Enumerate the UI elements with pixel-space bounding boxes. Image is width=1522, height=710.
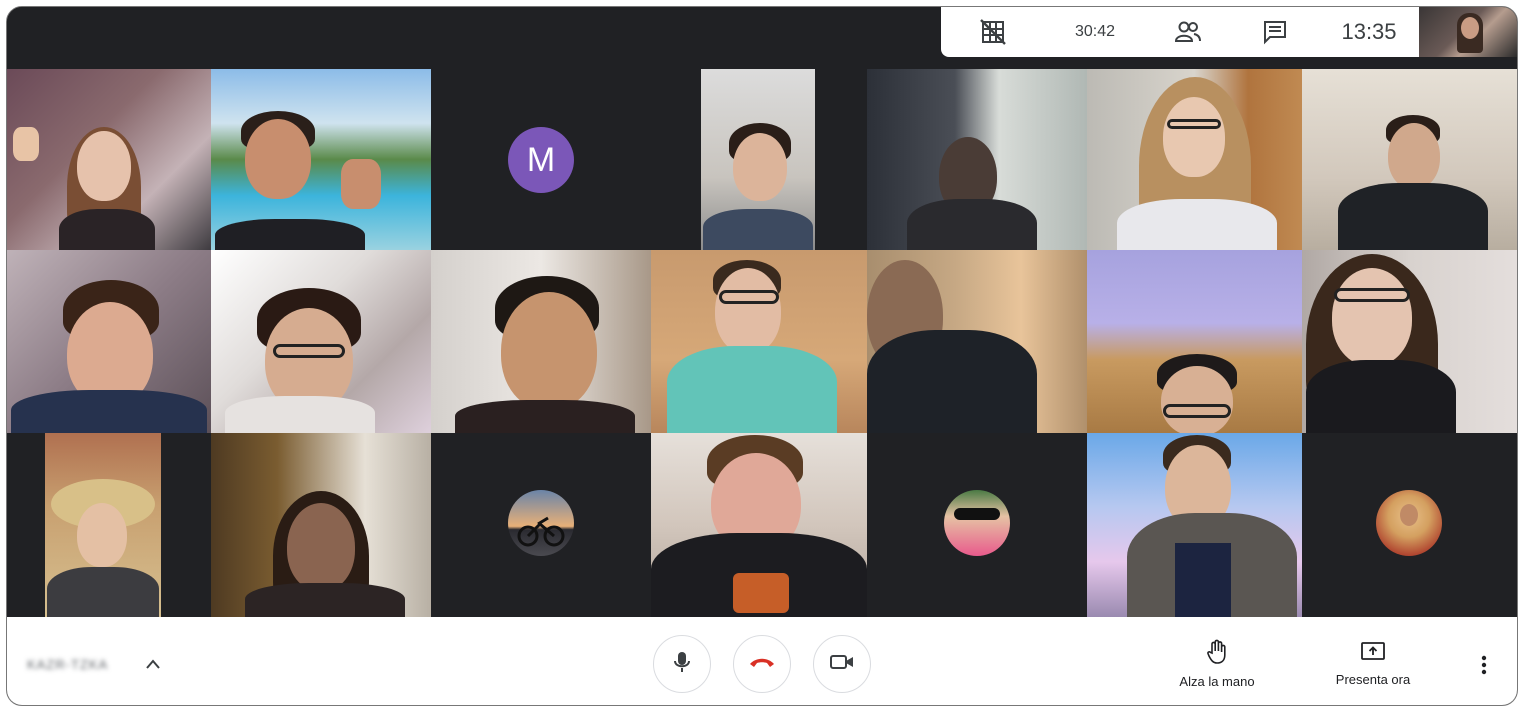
participant-tile[interactable] <box>867 250 1087 433</box>
participant-tile[interactable] <box>211 250 431 433</box>
meeting-timer: 30:42 <box>1074 23 1116 40</box>
chat-icon[interactable] <box>1231 19 1319 45</box>
clock-time: 13:35 <box>1341 19 1397 44</box>
meeting-info-panel: 30:42 13:35 <box>941 7 1419 57</box>
end-call-button[interactable] <box>733 635 791 693</box>
participant-tile[interactable] <box>7 433 211 617</box>
participant-tile[interactable] <box>1302 433 1517 617</box>
participant-tile[interactable] <box>651 250 867 433</box>
camera-button[interactable] <box>813 635 871 693</box>
more-options-icon[interactable] <box>1481 655 1487 680</box>
hand-icon <box>1206 639 1228 668</box>
participant-grid: M <box>7 69 1517 617</box>
present-screen-icon <box>1360 641 1386 666</box>
meeting-code: KAZR-TZKA <box>27 657 109 672</box>
participant-tile[interactable] <box>651 69 867 250</box>
participant-tile[interactable] <box>867 433 1087 617</box>
participant-tile[interactable] <box>431 433 651 617</box>
chevron-up-icon[interactable] <box>145 657 161 675</box>
microphone-icon <box>672 650 692 679</box>
bottom-control-bar: KAZR-TZKA Alza la mano Presenta ora <box>7 617 1517 705</box>
meet-window: 30:42 13:35 M KAZR-TZKA Alza la mano Pre… <box>6 6 1518 706</box>
participant-tile[interactable] <box>7 69 211 250</box>
participant-tile[interactable] <box>1087 69 1302 250</box>
participant-tile[interactable] <box>867 69 1087 250</box>
camera-icon <box>829 653 855 676</box>
participant-tile[interactable] <box>211 69 431 250</box>
participant-tile[interactable] <box>1302 250 1517 433</box>
participant-tile[interactable] <box>1087 250 1302 433</box>
participant-avatar <box>1376 490 1442 556</box>
present-now-label: Presenta ora <box>1335 672 1411 687</box>
participant-tile[interactable] <box>211 433 431 617</box>
participant-tile[interactable]: M <box>431 69 651 250</box>
grid-off-icon[interactable] <box>941 19 1045 45</box>
participant-tile[interactable] <box>651 433 867 617</box>
participant-avatar <box>508 490 574 556</box>
self-view-thumbnail[interactable] <box>1419 7 1517 57</box>
present-now-button[interactable]: Presenta ora <box>1325 641 1421 687</box>
participant-avatar <box>944 490 1010 556</box>
participant-tile[interactable] <box>1302 69 1517 250</box>
participant-avatar: M <box>508 127 574 193</box>
participant-tile[interactable] <box>7 250 211 433</box>
participant-tile[interactable] <box>1087 433 1302 617</box>
raise-hand-label: Alza la mano <box>1179 674 1255 689</box>
end-call-icon <box>748 655 776 674</box>
microphone-button[interactable] <box>653 635 711 693</box>
people-icon[interactable] <box>1145 20 1231 44</box>
raise-hand-button[interactable]: Alza la mano <box>1171 639 1263 689</box>
top-bar: 30:42 13:35 <box>7 7 1517 69</box>
participant-tile[interactable] <box>431 250 651 433</box>
